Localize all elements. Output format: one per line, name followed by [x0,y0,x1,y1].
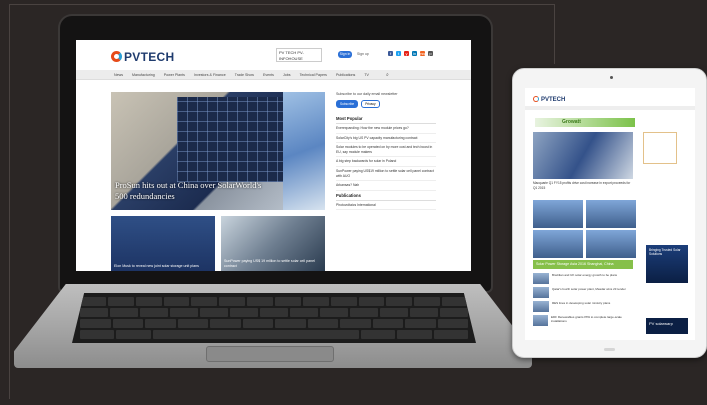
article-card-caption: SunPower paying US$ 19 million to settle… [224,259,315,268]
popular-item[interactable]: Everexpanding: How the new module prices… [336,124,436,134]
nav-item[interactable]: Manufacturing [132,73,155,77]
site-header: PVTECH PV TECH PV-INFOHOUSE Sign in Sign… [76,40,471,70]
popular-item[interactable]: SolarCity's big US PV capacity manufactu… [336,134,436,144]
tablet-screen: PVTECH Growatt Macquarie Q1 FY15 profits… [525,88,695,340]
popular-item[interactable]: SunPower paying US$19 million to settle … [336,167,436,182]
tablet-camera [610,76,613,79]
list-item[interactable]: Brazilian and UK solar energy growth to … [533,273,633,284]
tablet-article-image[interactable] [586,200,636,228]
list-item[interactable]: EDF Renewables grants PPA to complete la… [533,315,633,326]
pvtech-logo-icon [533,96,539,102]
nav-item[interactable]: Technical Papers [300,73,327,77]
nav-item[interactable]: Power Plants [164,73,185,77]
tablet-hero-image[interactable] [533,132,633,179]
youtube-icon[interactable]: y [404,51,409,56]
subscribe-buttons: Subscribe Privacy [336,100,436,108]
laptop-keyboard [72,293,476,343]
linkedin-icon[interactable]: in [412,51,417,56]
laptop-screen: PVTECH PV TECH PV-INFOHOUSE Sign in Sign… [76,40,471,271]
list-item-thumb [533,287,549,298]
popular-item[interactable]: A big step backwards for solar in Poland [336,157,436,167]
sign-in-button[interactable]: Sign in [338,51,352,58]
facebook-icon[interactable]: f [388,51,393,56]
side-article-image[interactable] [283,92,325,210]
sign-up-link[interactable]: Sign up [357,52,369,56]
article-card[interactable]: Elon Musk to reveal new joint solar stor… [111,216,215,271]
article-card[interactable]: SunPower paying US$ 19 million to settle… [221,216,325,271]
tablet-news-list: Brazilian and UK solar energy growth to … [533,273,633,329]
nav-item[interactable]: Investors & Finance [194,73,226,77]
list-item-thumb [533,301,549,312]
frame-line-top [9,4,555,5]
hero-image [177,97,287,182]
publication-item[interactable]: Photovoltaics International [336,201,436,211]
hero-title[interactable]: ProSun hits out at China over SolarWorld… [115,180,265,202]
nav-item[interactable]: Events [263,73,274,77]
tablet-sidebar [643,132,689,164]
most-popular-heading: Most Popular [336,114,436,124]
article-card-caption: Elon Musk to reveal new joint solar stor… [114,264,199,268]
pvtech-logo-icon [111,51,122,62]
list-item-thumb [533,315,549,326]
main-nav: News Manufacturing Power Plants Investor… [76,70,471,80]
frame-line-right [554,4,555,64]
tablet-article-image[interactable] [586,230,636,258]
subscribe-text: Subscribe to our daily email newsletter [336,92,398,96]
nav-item[interactable]: Trade Show [235,73,254,77]
tablet-nav [525,106,695,110]
tablet-article-image[interactable] [533,200,583,228]
nav-item[interactable]: Publications [336,73,355,77]
tablet-site-logo[interactable]: PVTECH [533,96,565,103]
social-links: f t y in rss p [388,51,433,56]
tablet-event-bar[interactable]: Solar Power Storage Asia 2016 Shanghai, … [533,260,633,269]
tablet-home-indicator [604,348,615,351]
popular-item[interactable]: Solar modules to be operated on by more … [336,143,436,158]
site-logo[interactable]: PVTECH [111,50,174,64]
popular-item[interactable]: Arkansas? Nah [336,181,436,191]
search-icon[interactable]: ⌕ [386,72,389,78]
nav-item[interactable]: Jobs [283,73,291,77]
tablet-banner-ad[interactable]: Growatt [535,118,635,127]
twitter-icon[interactable]: t [396,51,401,56]
frame-line-left [9,4,10,399]
tablet-side-ad[interactable]: Bringing Trusted Solar Solutions [646,245,688,283]
nav-item[interactable]: TV [364,73,369,77]
tablet-article-row [533,200,636,228]
publications-heading: Publications [336,191,436,201]
tablet-side-ad-2[interactable]: PV solarwarp [646,318,688,334]
tablet-hero-caption[interactable]: Macquarie Q1 FY15 profits drive cost inc… [533,181,633,190]
rss-icon[interactable]: rss [420,51,425,56]
tablet-article-image[interactable] [533,230,583,258]
tablet-article-row [533,230,636,258]
tablet-sidebar-promo[interactable] [643,132,677,164]
list-item[interactable]: Qatar's fourth solar power plant, Masdar… [533,287,633,298]
subscribe-button[interactable]: Subscribe [336,100,359,108]
list-item-thumb [533,273,549,284]
sidebar-column: Subscribe to our daily email newsletter … [336,92,436,211]
header-ad[interactable]: PV TECH PV-INFOHOUSE [276,48,322,62]
laptop-touchpad [206,346,334,362]
print-icon[interactable]: p [428,51,433,56]
nav-item[interactable]: News [114,73,123,77]
privacy-button[interactable]: Privacy [361,100,380,108]
list-item[interactable]: RES lines in developing solar ministry p… [533,301,633,312]
